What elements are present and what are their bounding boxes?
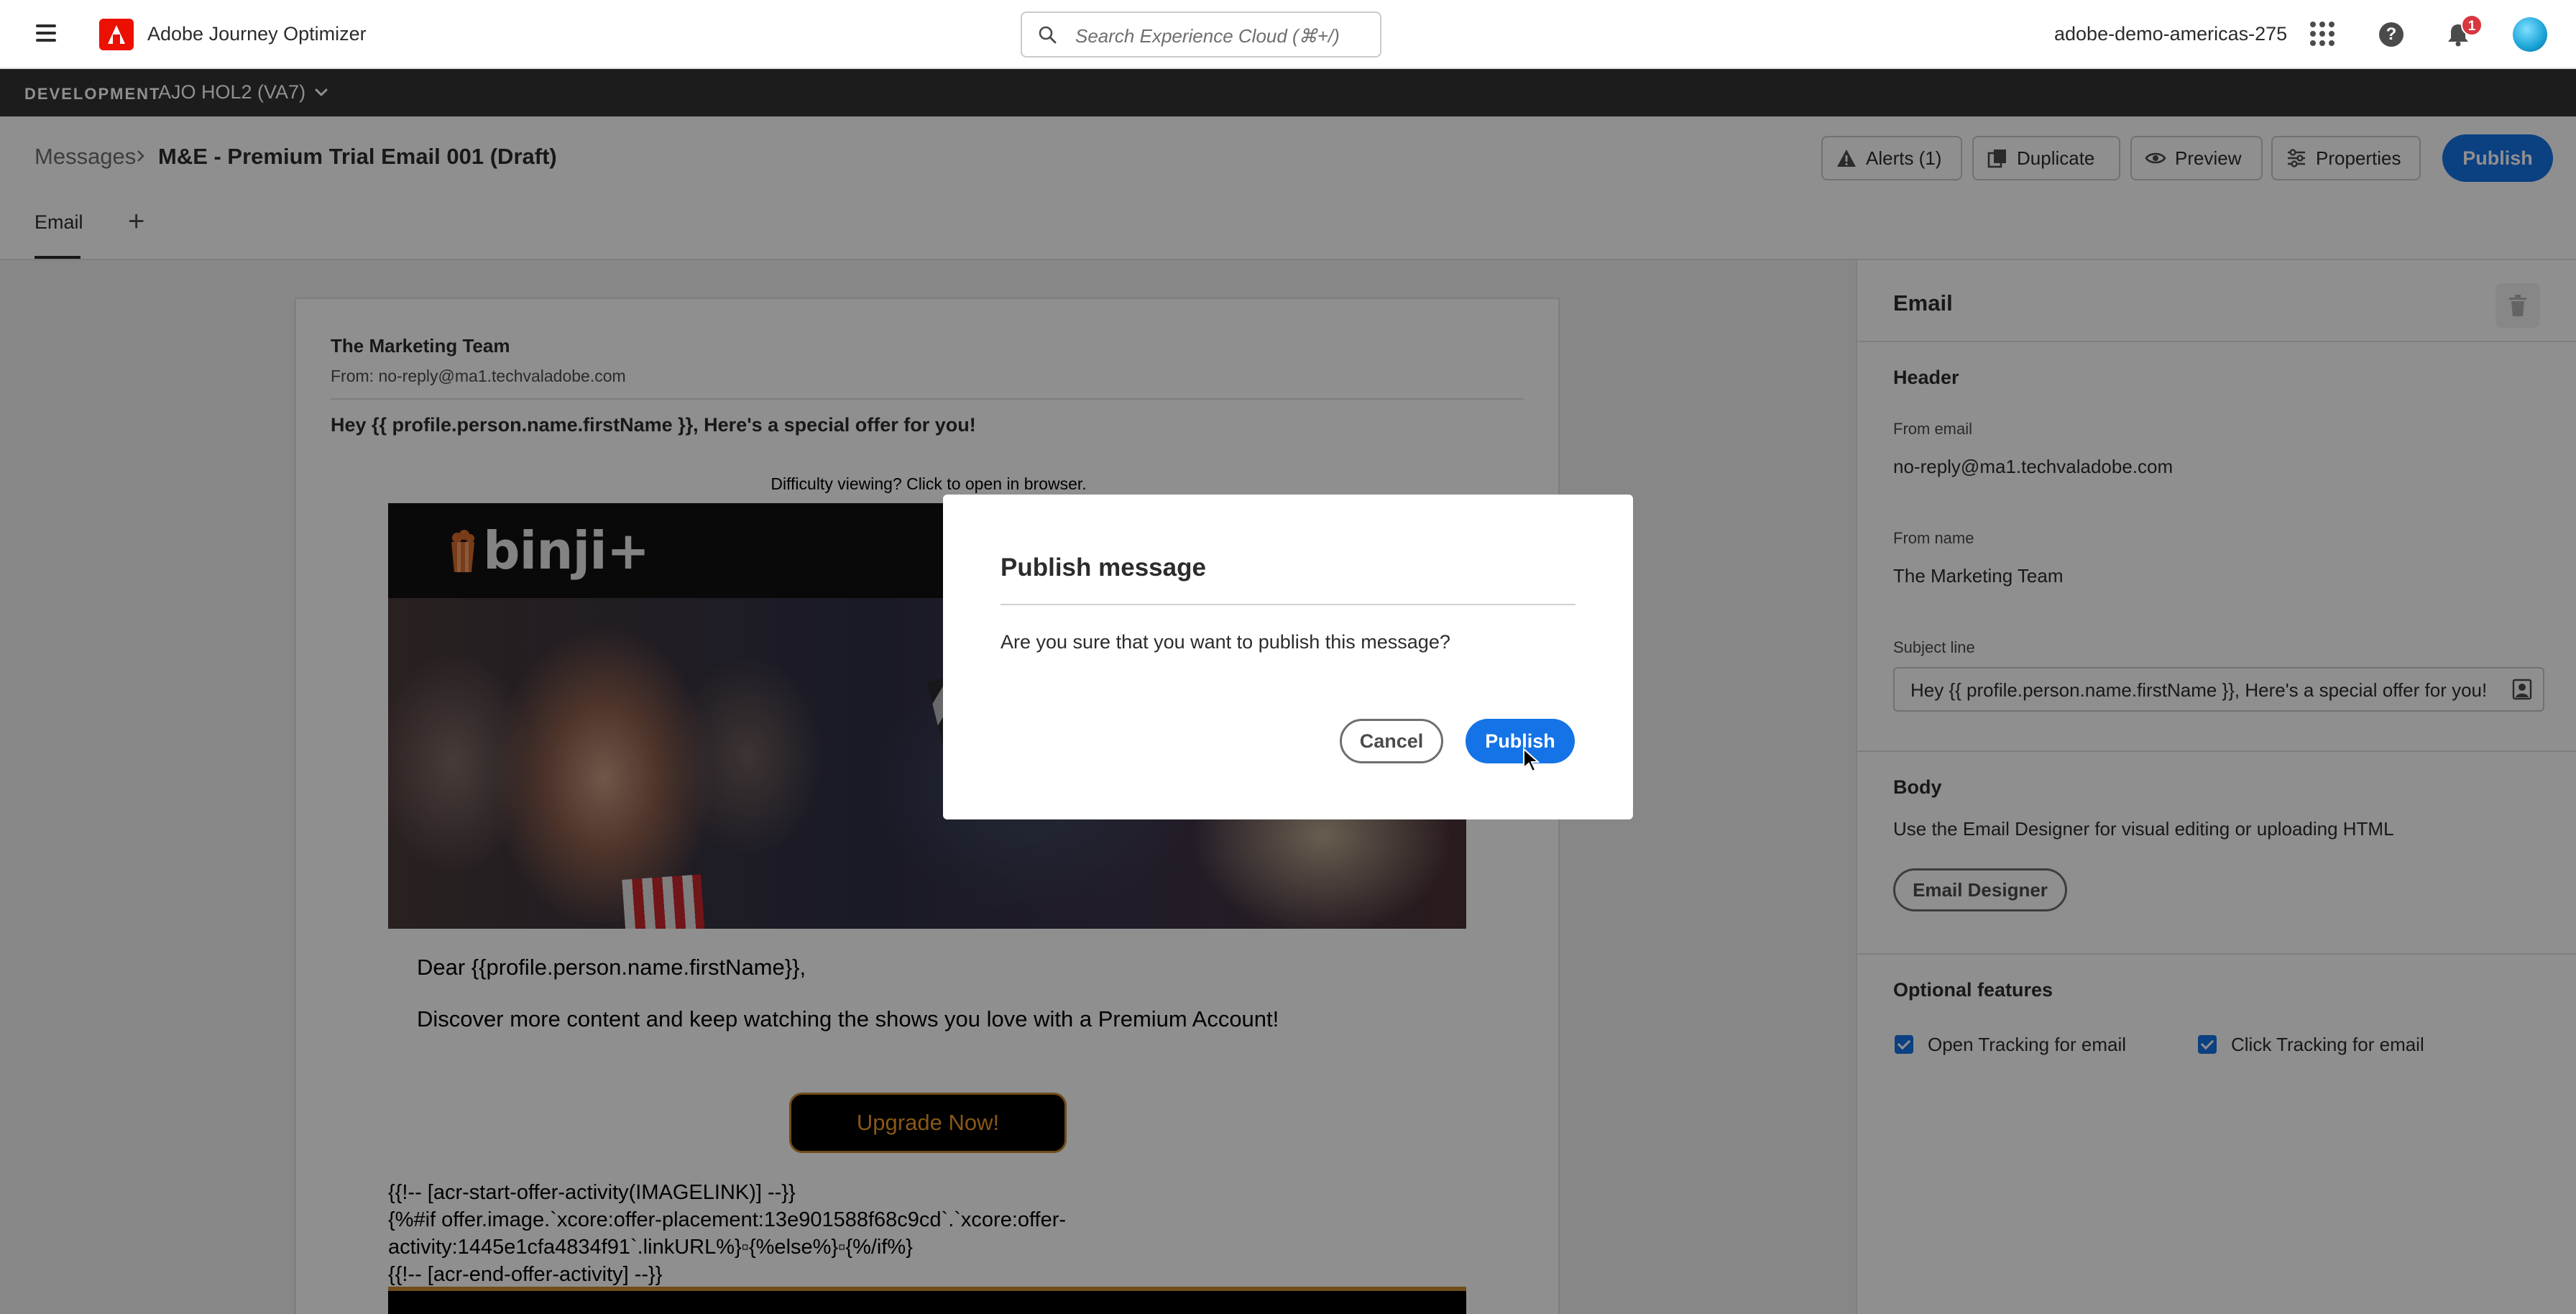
- cancel-button[interactable]: Cancel: [1340, 719, 1443, 763]
- adobe-logo-icon[interactable]: [99, 19, 134, 50]
- dialog-message: Are you sure that you want to publish th…: [1000, 631, 1450, 653]
- menu-icon[interactable]: [36, 24, 56, 42]
- dialog-title: Publish message: [1000, 553, 1206, 582]
- search-input[interactable]: Search Experience Cloud (⌘+/): [1021, 12, 1381, 58]
- app-name[interactable]: Adobe Journey Optimizer: [147, 23, 367, 45]
- confirm-publish-button[interactable]: Publish: [1466, 719, 1575, 763]
- org-switcher[interactable]: adobe-demo-americas-275: [2054, 23, 2287, 45]
- dialog-divider: [1000, 604, 1576, 605]
- avatar[interactable]: [2513, 17, 2547, 52]
- apps-grid-icon[interactable]: [2310, 22, 2334, 46]
- mouse-cursor-icon: [1523, 748, 1540, 773]
- search-icon: [1039, 26, 1057, 44]
- search-placeholder: Search Experience Cloud (⌘+/): [1075, 25, 1340, 47]
- shell-header: Adobe Journey Optimizer Search Experienc…: [0, 0, 2576, 69]
- notification-badge: 1: [2461, 14, 2483, 36]
- help-icon[interactable]: ?: [2379, 22, 2404, 47]
